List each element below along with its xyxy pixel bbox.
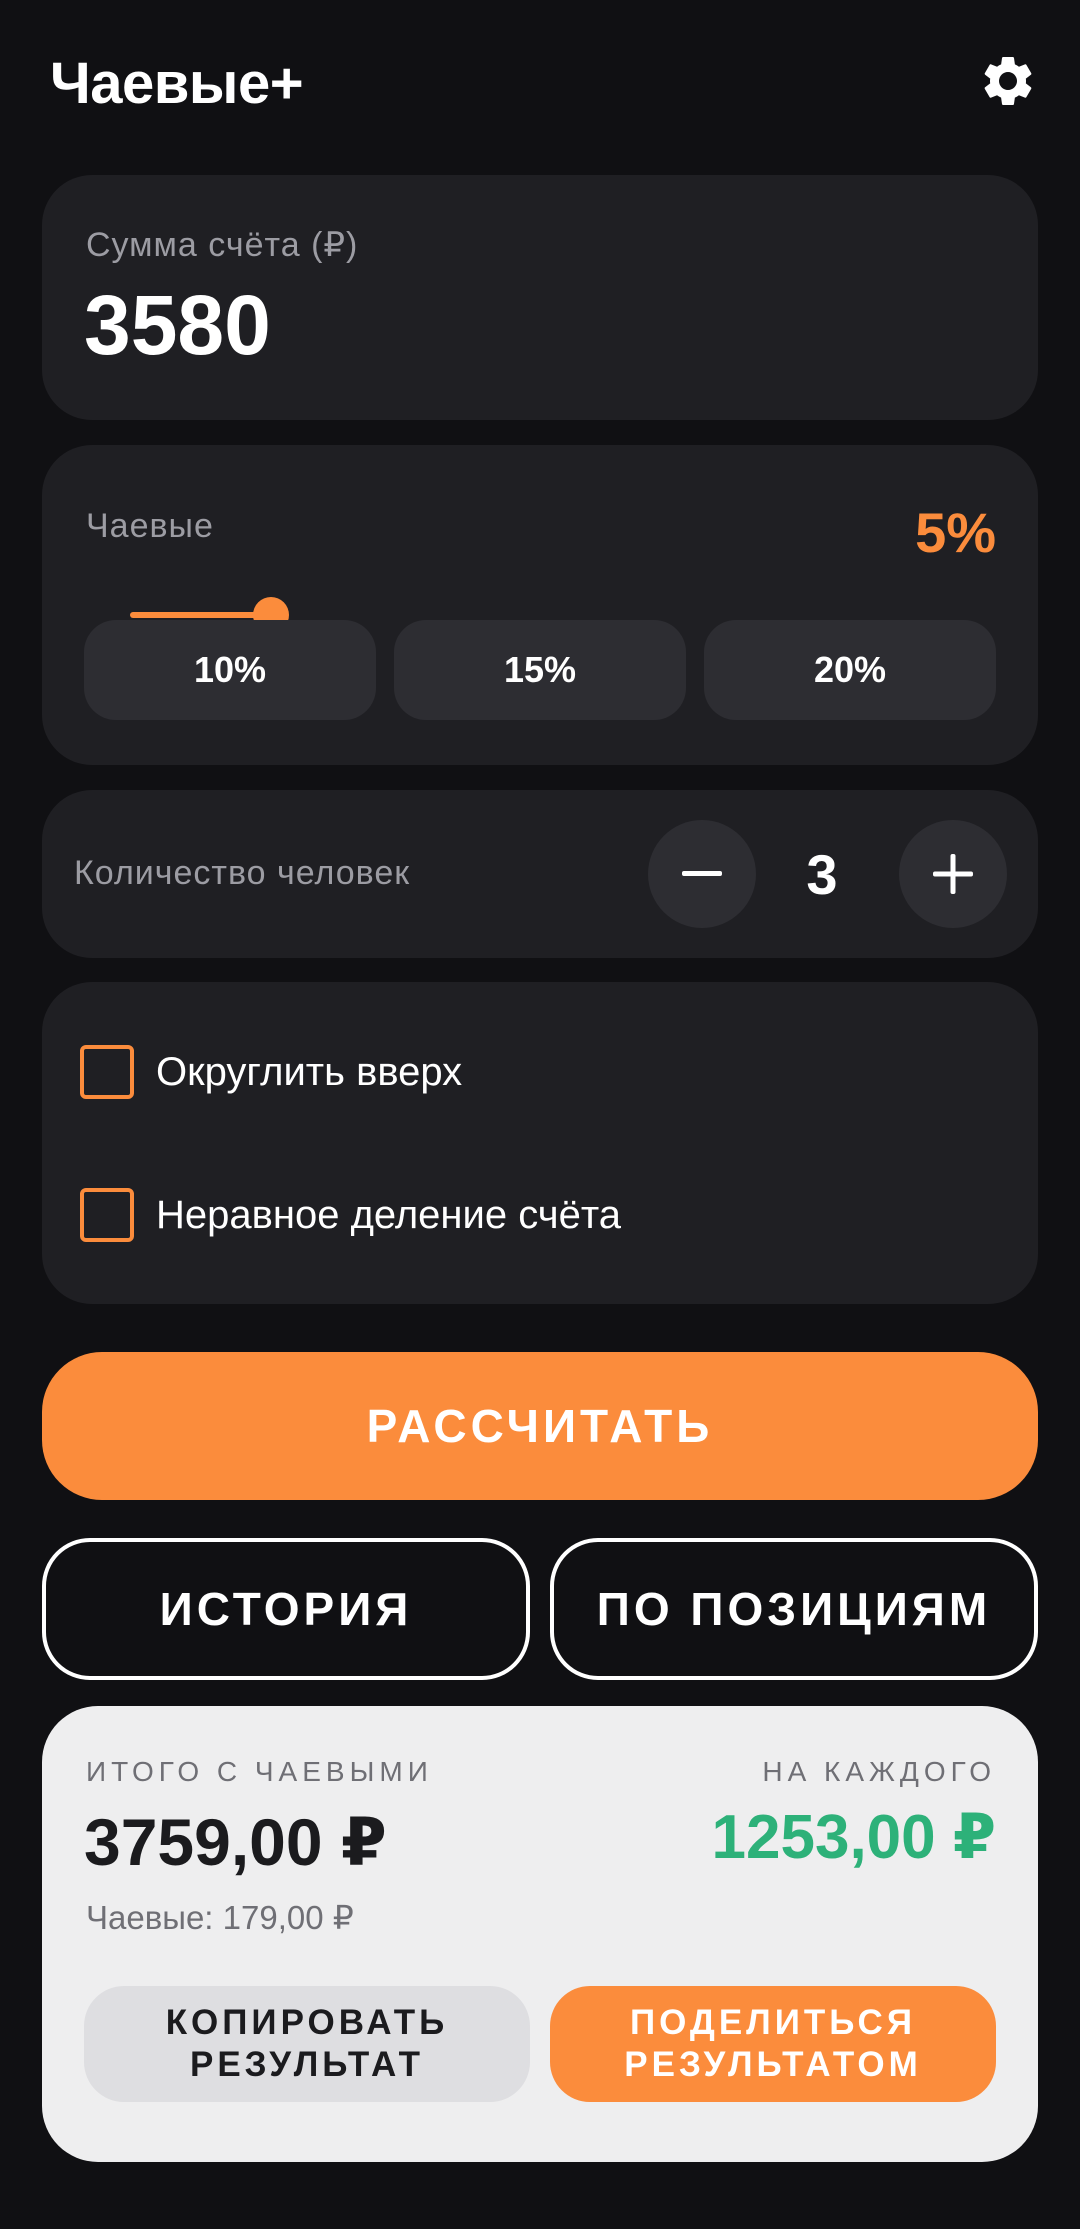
tip-label: Чаевые	[86, 507, 214, 545]
by-positions-button[interactable]: ПО ПОЗИЦИЯМ	[550, 1538, 1038, 1680]
tip-preset-20-button[interactable]: 20%	[704, 620, 996, 720]
copy-result-button[interactable]: КОПИРОВАТЬ РЕЗУЛЬТАТ	[84, 1986, 530, 2102]
people-count-card: Количество человек 3	[42, 790, 1038, 958]
tip-calculator-app: Чаевые+ Сумма счёта (₽) 3580 Чаевые 5% 1…	[0, 0, 1080, 2229]
unequal-split-label: Неравное деление счёта	[156, 1192, 621, 1237]
per-person-label: НА КАЖДОГО	[762, 1756, 996, 1787]
bill-amount-label: Сумма счёта (₽)	[86, 226, 359, 264]
calculate-button[interactable]: РАССЧИТАТЬ	[42, 1352, 1038, 1500]
tip-preset-10-button[interactable]: 10%	[84, 620, 376, 720]
people-count-value: 3	[806, 843, 838, 906]
people-count-label: Количество человек	[74, 854, 411, 892]
share-result-line2: РЕЗУЛЬТАТОМ	[624, 2045, 922, 2084]
options-card: Округлить вверх Неравное деление счёта	[42, 982, 1038, 1304]
total-with-tip-label: ИТОГО С ЧАЕВЫМИ	[86, 1756, 433, 1787]
plus-icon	[933, 854, 973, 894]
round-up-checkbox[interactable]	[80, 1045, 134, 1099]
copy-result-line1: КОПИРОВАТЬ	[165, 2003, 449, 2042]
minus-icon	[682, 871, 722, 876]
app-title: Чаевые+	[50, 51, 304, 116]
tip-card: Чаевые 5% 10% 15% 20%	[42, 445, 1038, 765]
result-card: ИТОГО С ЧАЕВЫМИ 3759,00 ₽ Чаевые: 179,00…	[42, 1706, 1038, 2162]
tip-percent-value: 5%	[915, 501, 996, 564]
share-result-line1: ПОДЕЛИТЬСЯ	[629, 2003, 916, 2042]
share-result-button[interactable]: ПОДЕЛИТЬСЯ РЕЗУЛЬТАТОМ	[550, 1986, 996, 2102]
tip-preset-15-button[interactable]: 15%	[394, 620, 686, 720]
decrease-people-button[interactable]	[648, 820, 756, 928]
settings-button[interactable]	[975, 48, 1041, 114]
unequal-split-checkbox[interactable]	[80, 1188, 134, 1242]
increase-people-button[interactable]	[899, 820, 1007, 928]
history-button[interactable]: ИСТОРИЯ	[42, 1538, 530, 1680]
round-up-option[interactable]: Округлить вверх	[80, 1042, 462, 1102]
bill-amount-input[interactable]: 3580	[84, 277, 271, 374]
gear-icon	[984, 56, 1032, 105]
round-up-label: Округлить вверх	[156, 1049, 463, 1094]
copy-result-line2: РЕЗУЛЬТАТ	[189, 2045, 424, 2084]
total-with-tip-value: 3759,00 ₽	[84, 1805, 387, 1879]
bill-amount-card[interactable]: Сумма счёта (₽) 3580	[42, 175, 1038, 420]
unequal-split-option[interactable]: Неравное деление счёта	[80, 1185, 621, 1245]
per-person-value: 1253,00 ₽	[711, 1803, 996, 1872]
tip-amount-text: Чаевые: 179,00 ₽	[86, 1899, 354, 1936]
